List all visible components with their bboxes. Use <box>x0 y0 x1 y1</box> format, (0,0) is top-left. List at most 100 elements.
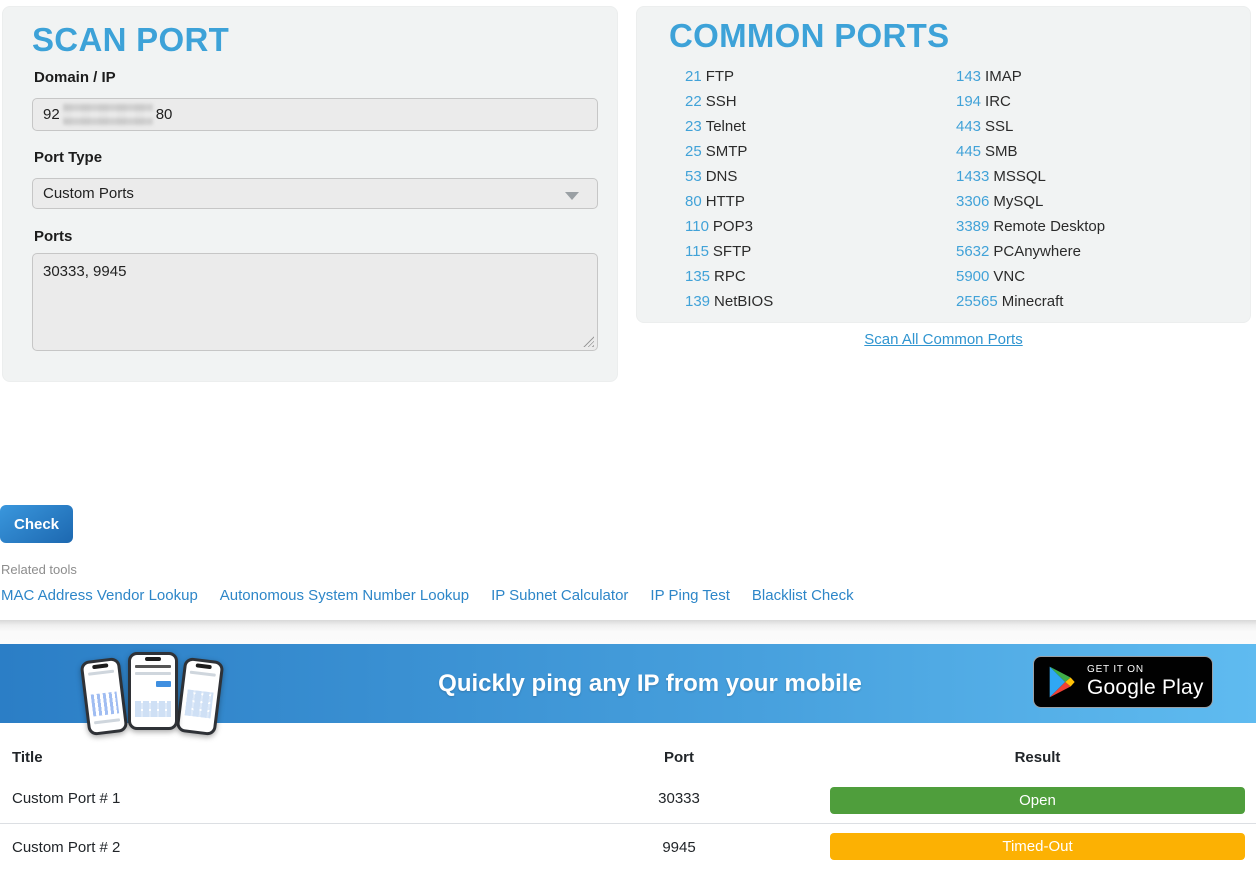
redacted-blur-block <box>63 103 153 125</box>
common-port-link[interactable]: 5632PCAnywhere <box>956 239 1105 264</box>
common-port-link[interactable]: 3389Remote Desktop <box>956 214 1105 239</box>
check-button[interactable]: Check <box>0 505 73 543</box>
get-it-on-text: GET IT ON <box>1087 664 1204 675</box>
decor-line <box>135 665 171 668</box>
port-name: DNS <box>706 168 738 185</box>
port-name: MSSQL <box>993 168 1046 185</box>
scan-port-title: SCAN PORT <box>32 21 229 59</box>
port-name: POP3 <box>713 218 753 235</box>
common-port-link[interactable]: 25SMTP <box>685 139 773 164</box>
common-port-link[interactable]: 115SFTP <box>685 239 773 264</box>
common-port-link[interactable]: 5900VNC <box>956 264 1105 289</box>
status-badge-open: Open <box>830 787 1245 814</box>
domain-ip-input[interactable]: 92 80 <box>32 98 598 131</box>
related-link-asn-lookup[interactable]: Autonomous System Number Lookup <box>220 587 469 604</box>
common-ports-column-1: 21FTP 22SSH 23Telnet 25SMTP 53DNS 80HTTP… <box>685 64 773 314</box>
domain-ip-value-prefix: 92 <box>43 106 60 123</box>
common-port-link[interactable]: 80HTTP <box>685 189 773 214</box>
port-name: MySQL <box>993 193 1043 210</box>
port-number: 1433 <box>956 168 989 185</box>
port-name: IMAP <box>985 68 1022 85</box>
port-name: FTP <box>706 68 734 85</box>
port-name: SFTP <box>713 243 751 260</box>
port-name: RPC <box>714 268 746 285</box>
related-link-ip-subnet-calculator[interactable]: IP Subnet Calculator <box>491 587 628 604</box>
port-number: 25 <box>685 143 702 160</box>
decor-line <box>94 718 120 724</box>
common-port-link[interactable]: 143IMAP <box>956 64 1105 89</box>
table-row-2-title: Custom Port # 2 <box>12 839 120 856</box>
related-link-blacklist-check[interactable]: Blacklist Check <box>752 587 854 604</box>
port-number: 194 <box>956 93 981 110</box>
scan-all-common-ports-link[interactable]: Scan All Common Ports <box>864 331 1022 348</box>
phone-left <box>80 657 129 736</box>
port-name: Minecraft <box>1002 293 1064 310</box>
table-row-divider <box>0 823 1256 824</box>
common-port-link[interactable]: 25565Minecraft <box>956 289 1105 314</box>
common-port-link[interactable]: 443SSL <box>956 114 1105 139</box>
chevron-down-icon <box>565 192 579 200</box>
common-port-link[interactable]: 194IRC <box>956 89 1105 114</box>
common-ports-column-2: 143IMAP 194IRC 443SSL 445SMB 1433MSSQL 3… <box>956 64 1105 314</box>
port-name: Telnet <box>706 118 746 135</box>
port-name: Remote Desktop <box>993 218 1105 235</box>
port-name: SMTP <box>706 143 748 160</box>
common-port-link[interactable]: 3306MySQL <box>956 189 1105 214</box>
port-name: SMB <box>985 143 1018 160</box>
port-number: 139 <box>685 293 710 310</box>
port-number: 5632 <box>956 243 989 260</box>
table-row-1-title: Custom Port # 1 <box>12 790 120 807</box>
port-number: 5900 <box>956 268 989 285</box>
common-port-link[interactable]: 445SMB <box>956 139 1105 164</box>
port-type-label: Port Type <box>34 149 102 166</box>
google-play-badge-text: GET IT ON Google Play <box>1087 664 1204 699</box>
port-name: SSL <box>985 118 1013 135</box>
common-port-link[interactable]: 139NetBIOS <box>685 289 773 314</box>
common-port-link[interactable]: 21FTP <box>685 64 773 89</box>
phone-notch <box>196 663 212 669</box>
port-type-select[interactable]: Custom Ports <box>32 178 598 209</box>
results-header-title: Title <box>12 749 43 766</box>
common-port-link[interactable]: 1433MSSQL <box>956 164 1105 189</box>
section-divider <box>0 620 1256 644</box>
phone-notch <box>145 657 161 661</box>
port-number: 3389 <box>956 218 989 235</box>
port-name: PCAnywhere <box>993 243 1081 260</box>
domain-ip-value-suffix: 80 <box>156 106 173 123</box>
google-play-icon <box>1047 666 1077 698</box>
port-number: 25565 <box>956 293 998 310</box>
google-play-badge[interactable]: GET IT ON Google Play <box>1033 656 1213 708</box>
common-port-link[interactable]: 53DNS <box>685 164 773 189</box>
port-number: 135 <box>685 268 710 285</box>
related-tools-links: MAC Address Vendor Lookup Autonomous Sys… <box>1 587 854 604</box>
resize-grip-icon[interactable] <box>583 336 594 347</box>
ports-value: 30333, 9945 <box>43 263 126 280</box>
port-name: VNC <box>993 268 1025 285</box>
common-port-link[interactable]: 22SSH <box>685 89 773 114</box>
port-number: 23 <box>685 118 702 135</box>
table-row-2-port: 9945 <box>619 839 739 856</box>
port-name: NetBIOS <box>714 293 773 310</box>
port-number: 110 <box>685 218 709 235</box>
phone-right <box>176 657 225 736</box>
domain-ip-label: Domain / IP <box>34 69 116 86</box>
port-number: 80 <box>685 193 702 210</box>
common-port-link[interactable]: 110POP3 <box>685 214 773 239</box>
ports-textarea[interactable]: 30333, 9945 <box>32 253 598 351</box>
port-name: IRC <box>985 93 1011 110</box>
port-number: 443 <box>956 118 981 135</box>
common-port-link[interactable]: 135RPC <box>685 264 773 289</box>
mobile-app-banner: Quickly ping any IP from your mobile GET… <box>0 644 1256 723</box>
port-type-selected-value: Custom Ports <box>43 185 134 202</box>
related-link-mac-address-vendor-lookup[interactable]: MAC Address Vendor Lookup <box>1 587 198 604</box>
page: SCAN PORT Domain / IP 92 80 Port Type Cus… <box>0 0 1256 875</box>
common-port-link[interactable]: 23Telnet <box>685 114 773 139</box>
port-number: 53 <box>685 168 702 185</box>
decor-line <box>88 670 114 676</box>
results-header-port: Port <box>619 749 739 766</box>
port-number: 143 <box>956 68 981 85</box>
phone-notch <box>92 663 108 669</box>
port-number: 445 <box>956 143 981 160</box>
related-link-ip-ping-test[interactable]: IP Ping Test <box>650 587 730 604</box>
status-badge-timed-out: Timed-Out <box>830 833 1245 860</box>
